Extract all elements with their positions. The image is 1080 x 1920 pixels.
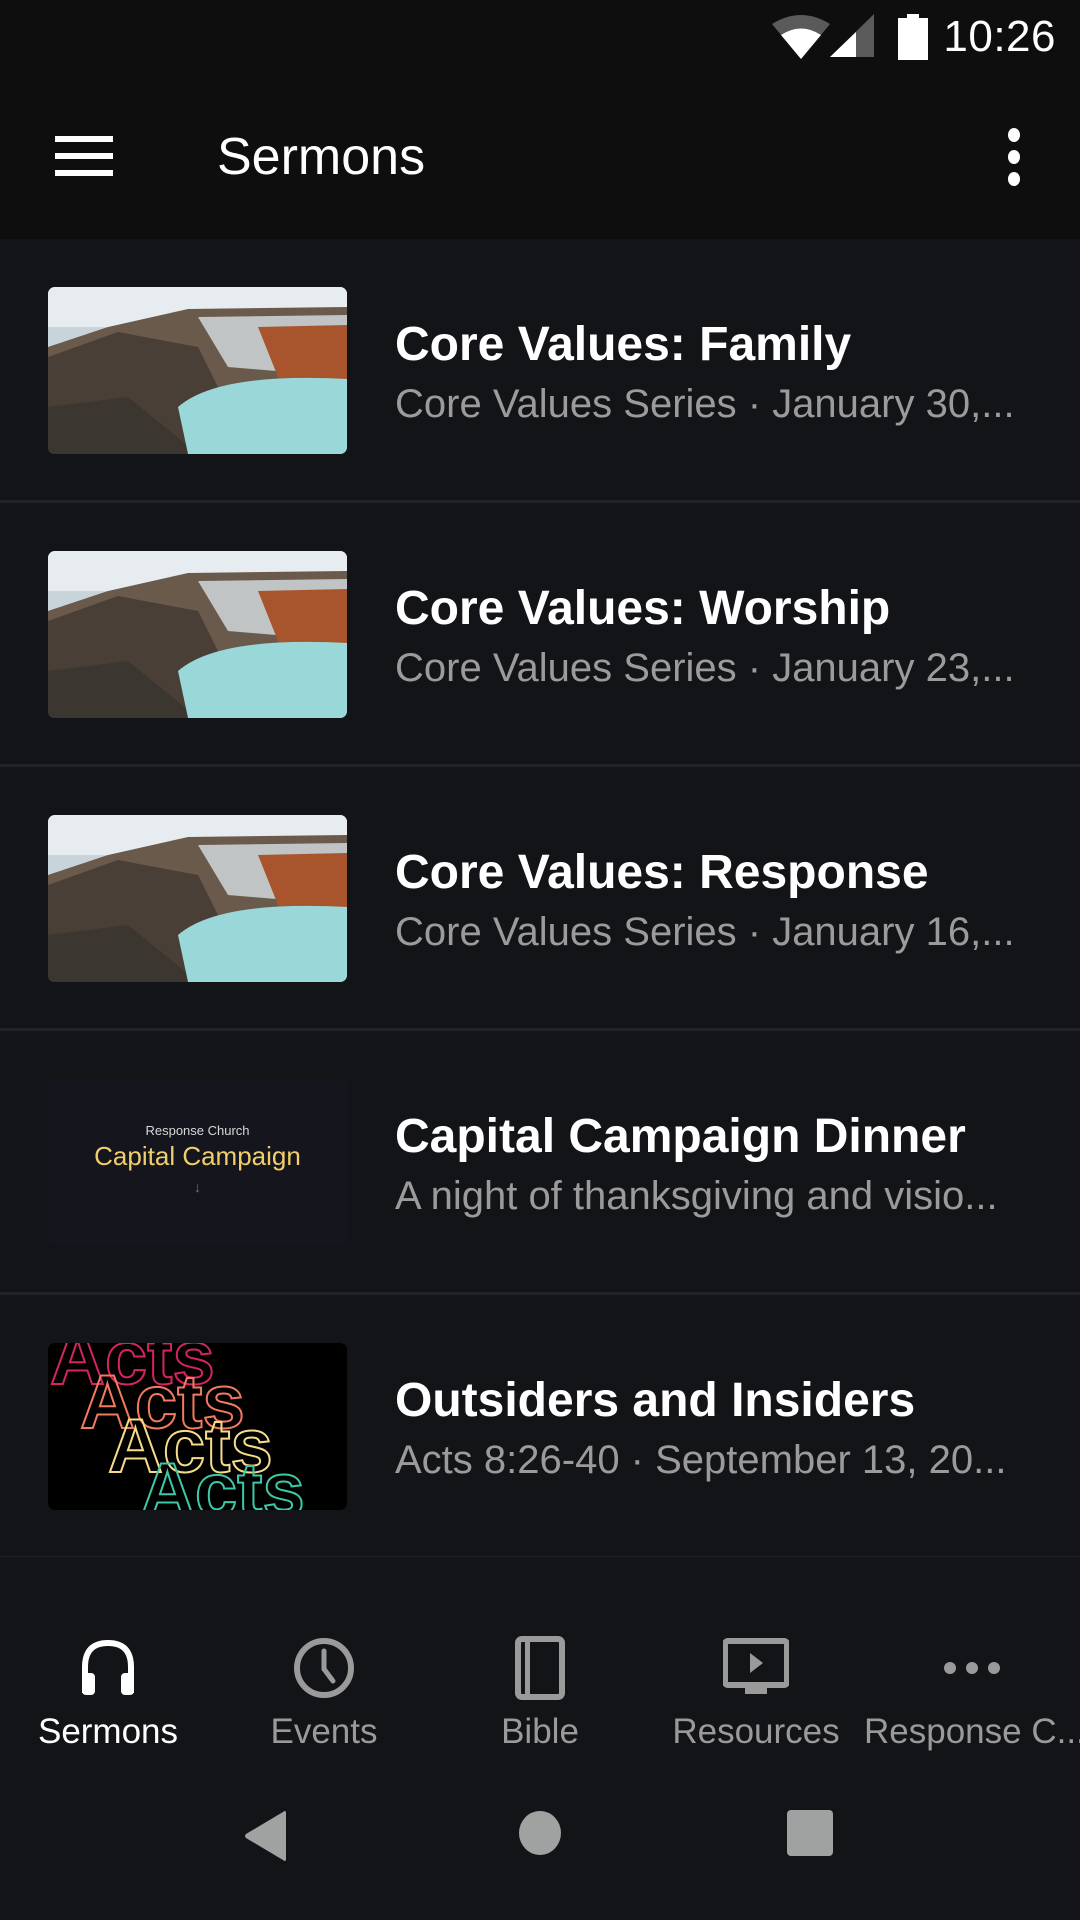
- book-icon: [515, 1636, 565, 1700]
- tab-label: Events: [270, 1712, 378, 1751]
- status-time: 10:26: [943, 12, 1056, 61]
- bottom-navigation: Sermons Events Bible Resources Response …: [0, 1557, 1080, 1770]
- wifi-icon: [772, 15, 830, 59]
- arrow-down-icon: ↓: [194, 1179, 201, 1195]
- tab-label: Sermons: [37, 1712, 179, 1751]
- crater-lake-thumbnail: [48, 551, 347, 718]
- sermon-list-item[interactable]: Response Church Capital Campaign ↓ Capit…: [0, 1031, 1080, 1295]
- system-navigation-bar: [0, 1770, 1080, 1920]
- sermon-list-item[interactable]: Core Values: Worship Core Values Series …: [0, 503, 1080, 767]
- tab-label: Resources: [672, 1712, 840, 1751]
- battery-icon: [898, 14, 928, 60]
- recents-icon[interactable]: [787, 1810, 833, 1856]
- sermon-title: Core Values: Family: [395, 318, 852, 371]
- tab-response-church[interactable]: Response C...: [864, 1557, 1080, 1770]
- page-title: Sermons: [217, 128, 426, 186]
- cell-signal-icon: [830, 14, 874, 57]
- more-horiz-icon: [944, 1662, 1000, 1674]
- sermon-list-item[interactable]: Core Values: Family Core Values Series ·…: [0, 239, 1080, 503]
- acts-word: Acts: [139, 1447, 306, 1510]
- thumb-campaign-title: Capital Campaign: [94, 1141, 301, 1171]
- sermon-subtitle: Core Values Series · January 16,...: [395, 910, 1015, 954]
- thumb-church-name: Response Church: [145, 1123, 250, 1138]
- status-bar: 10:26: [0, 0, 1080, 78]
- tab-label: Response C...: [864, 1712, 1080, 1751]
- more-vert-icon[interactable]: [996, 128, 1032, 188]
- sermon-title: Capital Campaign Dinner: [395, 1110, 966, 1163]
- app-bar: Sermons: [0, 78, 1080, 239]
- tab-bible[interactable]: Bible: [432, 1557, 648, 1770]
- sermon-list: Core Values: Family Core Values Series ·…: [0, 239, 1080, 1559]
- tab-sermons[interactable]: Sermons: [0, 1557, 216, 1770]
- sermon-list-item[interactable]: Acts Acts Acts Acts Outsiders and Inside…: [0, 1295, 1080, 1559]
- sermon-subtitle: Acts 8:26-40 · September 13, 20...: [395, 1438, 1007, 1482]
- tab-resources[interactable]: Resources: [648, 1557, 864, 1770]
- sermon-subtitle: A night of thanksgiving and visio...: [395, 1174, 998, 1218]
- tab-events[interactable]: Events: [216, 1557, 432, 1770]
- hamburger-menu-icon[interactable]: [55, 136, 113, 176]
- tv-play-icon: [723, 1638, 789, 1694]
- tab-label: Bible: [501, 1712, 579, 1751]
- sermon-title: Core Values: Worship: [395, 582, 891, 635]
- sermon-subtitle: Core Values Series · January 23,...: [395, 646, 1015, 690]
- crater-lake-thumbnail: [48, 815, 347, 982]
- sermon-title: Outsiders and Insiders: [395, 1374, 916, 1427]
- back-icon[interactable]: [244, 1810, 288, 1862]
- clock-icon: [294, 1638, 354, 1698]
- capital-campaign-thumbnail: Response Church Capital Campaign ↓: [48, 1079, 347, 1246]
- crater-lake-thumbnail: [48, 287, 347, 454]
- home-icon[interactable]: [518, 1810, 562, 1856]
- sermon-subtitle: Core Values Series · January 30,...: [395, 382, 1015, 426]
- headphones-icon: [82, 1639, 134, 1695]
- acts-thumbnail: Acts Acts Acts Acts: [48, 1343, 347, 1510]
- sermon-list-item[interactable]: Core Values: Response Core Values Series…: [0, 767, 1080, 1031]
- sermon-title: Core Values: Response: [395, 846, 929, 899]
